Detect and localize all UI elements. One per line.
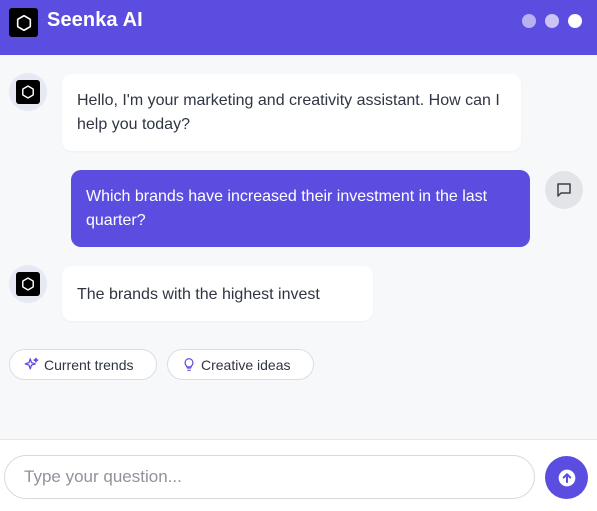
suggestion-chip-label: Current trends bbox=[44, 356, 134, 373]
window-dot-3[interactable] bbox=[568, 14, 582, 28]
user-message: Which brands have increased their invest… bbox=[71, 170, 530, 247]
suggestion-chip-creative-ideas[interactable]: Creative ideas bbox=[167, 349, 314, 380]
app-title: Seenka AI bbox=[47, 9, 143, 31]
assistant-avatar bbox=[9, 73, 47, 111]
assistant-avatar bbox=[9, 265, 47, 303]
window-dot-1[interactable] bbox=[522, 14, 536, 28]
chat-header: Seenka AI bbox=[0, 0, 597, 55]
question-input[interactable] bbox=[4, 455, 535, 499]
assistant-message: The brands with the highest invest bbox=[62, 266, 373, 321]
window-controls bbox=[522, 14, 582, 28]
openai-knot-icon bbox=[22, 85, 34, 99]
chat-bubble-icon bbox=[557, 183, 571, 197]
composer bbox=[0, 440, 597, 511]
assistant-message: Hello, I'm your marketing and creativity… bbox=[62, 74, 521, 151]
send-button[interactable] bbox=[545, 456, 588, 499]
sparkle-icon bbox=[24, 357, 39, 370]
window-dot-2[interactable] bbox=[545, 14, 559, 28]
suggestion-chip-label: Creative ideas bbox=[201, 356, 291, 373]
app-logo bbox=[9, 8, 38, 37]
suggestion-chip-current-trends[interactable]: Current trends bbox=[9, 349, 157, 380]
arrow-up-circle-icon bbox=[558, 469, 575, 486]
lightbulb-icon bbox=[184, 358, 194, 371]
user-avatar bbox=[545, 171, 583, 209]
openai-knot-icon bbox=[16, 14, 31, 31]
openai-knot-icon bbox=[22, 277, 34, 291]
